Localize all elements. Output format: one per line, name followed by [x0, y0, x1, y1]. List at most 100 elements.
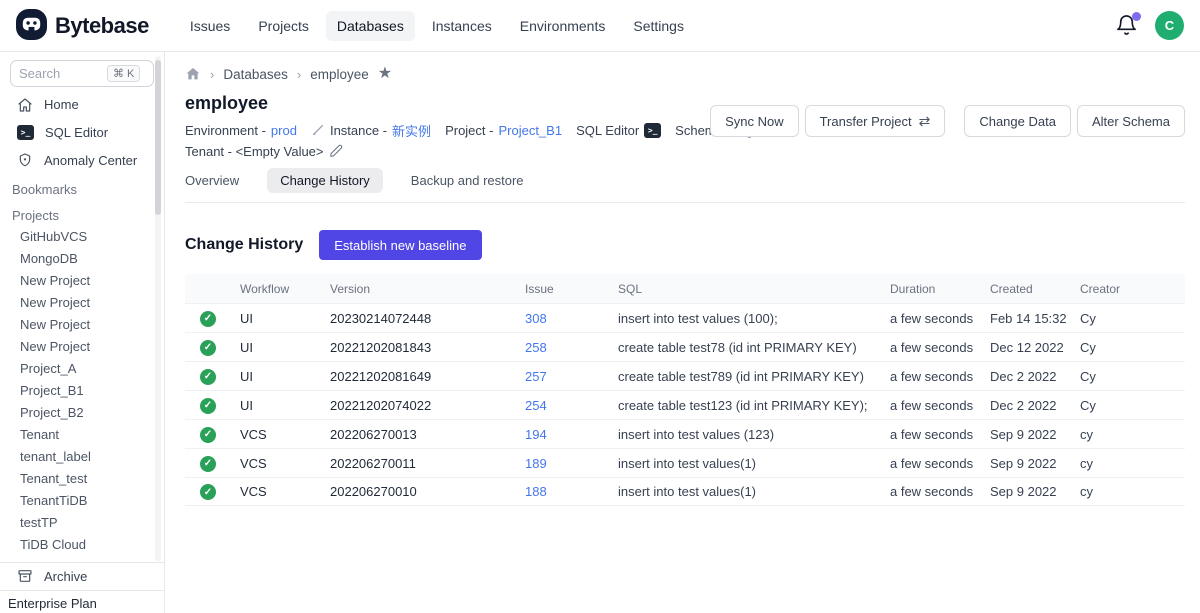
sql-editor-icon: >_	[644, 123, 661, 138]
version-cell: 202206270011	[330, 456, 525, 471]
project-item-tenant-test[interactable]: Tenant_test	[0, 468, 164, 490]
environment-link[interactable]: prod	[271, 123, 297, 138]
issue-link[interactable]: 194	[525, 427, 547, 442]
sidebar-item-archive[interactable]: Archive	[0, 563, 164, 591]
change-history-row[interactable]: ✓UI20221202081843258create table test78 …	[185, 332, 1185, 361]
issue-cell: 258	[525, 340, 618, 355]
project-item-testtp[interactable]: testTP	[0, 512, 164, 534]
project-item-tenant-label[interactable]: tenant_label	[0, 446, 164, 468]
nav-item-projects[interactable]: Projects	[247, 11, 320, 41]
project-item-tidb-cloud[interactable]: TiDB Cloud	[0, 534, 164, 556]
bytebase-logo[interactable]: Bytebase	[16, 9, 149, 43]
project-item-githubvcs[interactable]: GitHubVCS	[0, 226, 164, 248]
created-cell: Dec 2 2022	[990, 398, 1080, 413]
issue-cell: 189	[525, 456, 618, 471]
sql-cell: create table test789 (id int PRIMARY KEY…	[618, 369, 890, 384]
project-item-tenanttidb[interactable]: TenantTiDB	[0, 490, 164, 512]
issue-link[interactable]: 308	[525, 311, 547, 326]
nav-item-issues[interactable]: Issues	[179, 11, 241, 41]
tab-overview[interactable]: Overview	[185, 168, 239, 193]
button-label: Transfer Project	[820, 114, 912, 129]
workflow-cell: UI	[240, 340, 330, 355]
tenant-meta: Tenant - <Empty Value>	[185, 144, 343, 159]
bytebase-logo-icon	[16, 9, 47, 43]
creator-cell: Cy	[1080, 369, 1185, 384]
breadcrumb-databases[interactable]: Databases	[223, 67, 288, 82]
notifications-button[interactable]	[1115, 14, 1139, 38]
project-link[interactable]: Project_B1	[498, 123, 562, 138]
breadcrumb-home-icon[interactable]	[185, 66, 201, 82]
success-status-icon: ✓	[200, 484, 216, 500]
nav-item-databases[interactable]: Databases	[326, 11, 415, 41]
success-status-icon: ✓	[200, 369, 216, 385]
search-input[interactable]	[19, 66, 103, 81]
favorite-star-icon[interactable]: ★	[378, 66, 392, 82]
instance-engine-icon	[311, 123, 325, 137]
change-data-button[interactable]: Change Data	[964, 105, 1071, 137]
issue-cell: 257	[525, 369, 618, 384]
sidebar-scrollbar-thumb[interactable]	[155, 60, 161, 215]
project-item-new-project[interactable]: New Project	[0, 314, 164, 336]
sidebar-item-anomaly-center[interactable]: Anomaly Center	[0, 146, 164, 174]
edit-pencil-icon[interactable]	[329, 144, 343, 158]
sidebar-item-home[interactable]: Home	[0, 91, 164, 119]
topbar-right: C	[1115, 11, 1184, 40]
sql-editor-label: SQL Editor	[576, 123, 639, 138]
nav-item-settings[interactable]: Settings	[622, 11, 695, 41]
tenant-meta-row: Tenant - <Empty Value>	[185, 142, 1185, 160]
home-icon	[17, 97, 33, 113]
project-item-new-project[interactable]: New Project	[0, 336, 164, 358]
instance-link[interactable]: 新实例	[392, 121, 431, 140]
column-header-sql: SQL	[618, 282, 890, 296]
establish-baseline-button[interactable]: Establish new baseline	[319, 230, 481, 260]
created-cell: Feb 14 15:32	[990, 311, 1080, 326]
issue-link[interactable]: 189	[525, 456, 547, 471]
change-history-row[interactable]: ✓VCS202206270010188insert into test valu…	[185, 477, 1185, 506]
change-history-row[interactable]: ✓UI20230214072448308insert into test val…	[185, 303, 1185, 332]
project-item-new-project[interactable]: New Project	[0, 270, 164, 292]
change-history-row[interactable]: ✓UI20221202081649257create table test789…	[185, 361, 1185, 390]
status-cell: ✓	[185, 483, 240, 501]
tab-change-history[interactable]: Change History	[267, 168, 383, 193]
issue-link[interactable]: 258	[525, 340, 547, 355]
success-status-icon: ✓	[200, 398, 216, 414]
sidebar-item-sql-editor[interactable]: >_ SQL Editor	[0, 119, 164, 147]
tab-backup-and-restore[interactable]: Backup and restore	[411, 168, 524, 193]
change-history-row[interactable]: ✓UI20221202074022254create table test123…	[185, 390, 1185, 419]
nav-item-environments[interactable]: Environments	[509, 11, 617, 41]
status-cell: ✓	[185, 454, 240, 472]
issue-link[interactable]: 254	[525, 398, 547, 413]
anomaly-center-icon	[17, 152, 33, 168]
success-status-icon: ✓	[200, 340, 216, 356]
sql-cell: insert into test values(1)	[618, 456, 890, 471]
nav-item-instances[interactable]: Instances	[421, 11, 503, 41]
main-content: › Databases › employee ★ employee Enviro…	[165, 52, 1200, 613]
project-item-project-b1[interactable]: Project_B1	[0, 380, 164, 402]
transfer-project-button[interactable]: Transfer Project⇄	[805, 105, 946, 137]
status-cell: ✓	[185, 338, 240, 356]
alter-schema-button[interactable]: Alter Schema	[1077, 105, 1185, 137]
search-box[interactable]: ⌘ K	[10, 60, 154, 87]
project-item-tenant[interactable]: Tenant	[0, 424, 164, 446]
brand-name: Bytebase	[55, 13, 149, 39]
sql-cell: insert into test values (100);	[618, 311, 890, 326]
sql-editor-shortcut[interactable]: SQL Editor >_	[576, 123, 661, 138]
project-item-project-b2[interactable]: Project_B2	[0, 402, 164, 424]
section-title: Change History	[185, 236, 303, 254]
issue-link[interactable]: 188	[525, 484, 547, 499]
breadcrumb-employee[interactable]: employee	[310, 67, 369, 82]
project-item-mongodb[interactable]: MongoDB	[0, 248, 164, 270]
sync-now-button[interactable]: Sync Now	[710, 105, 799, 137]
issue-link[interactable]: 257	[525, 369, 547, 384]
instance-meta: Instance - 新实例	[311, 121, 431, 140]
change-history-row[interactable]: ✓VCS202206270013194insert into test valu…	[185, 419, 1185, 448]
project-item-project-a[interactable]: Project_A	[0, 358, 164, 380]
change-history-row[interactable]: ✓VCS202206270011189insert into test valu…	[185, 448, 1185, 477]
sidebar-item-label: Anomaly Center	[44, 153, 137, 168]
user-avatar[interactable]: C	[1155, 11, 1184, 40]
project-item-new-project[interactable]: New Project	[0, 292, 164, 314]
issue-cell: 308	[525, 311, 618, 326]
project-label: Project -	[445, 123, 493, 138]
success-status-icon: ✓	[200, 427, 216, 443]
projects-section-label: Projects	[0, 200, 164, 226]
